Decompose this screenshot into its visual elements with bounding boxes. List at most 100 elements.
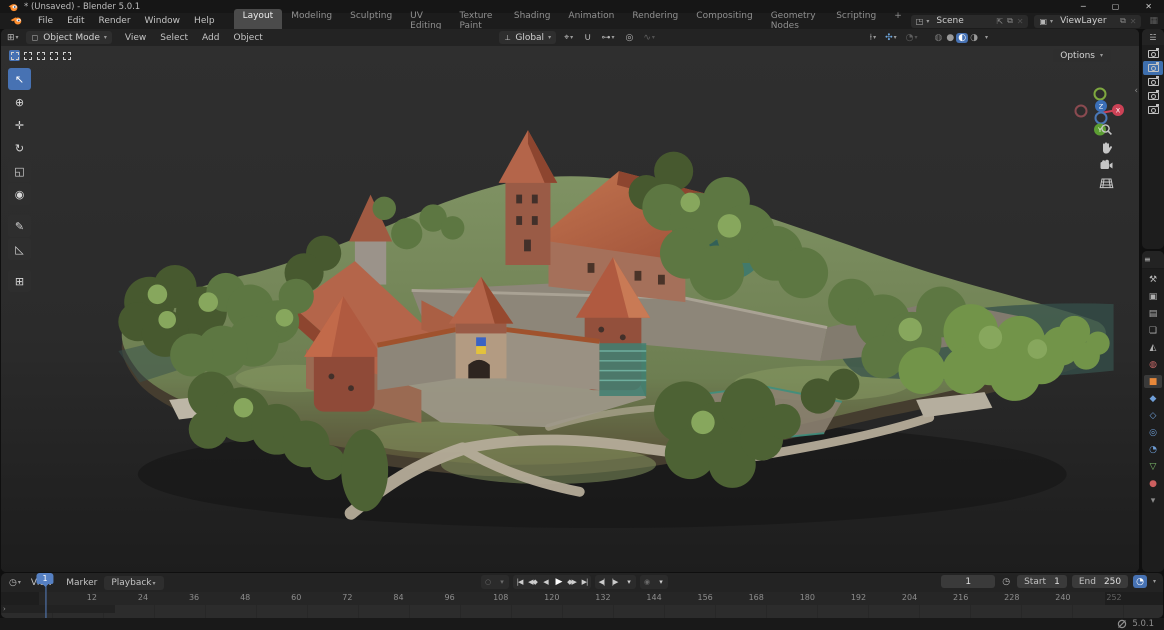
viewport-menu-view[interactable]: View [118, 31, 153, 45]
outliner-editor-icon[interactable]: ☱ [1147, 33, 1158, 42]
properties-header[interactable]: ≡ [1142, 251, 1164, 269]
app-menu-render[interactable]: Render [92, 14, 138, 28]
scene-name[interactable]: Scene [930, 16, 994, 26]
outliner-row-4[interactable] [1143, 103, 1163, 117]
outliner-row-3[interactable] [1143, 89, 1163, 103]
timeline-menu-marker[interactable]: Marker [59, 576, 104, 590]
render-visibility-camera-icon[interactable] [1148, 50, 1159, 58]
frame-forward-button[interactable]: |▶ [608, 575, 621, 589]
tab-object[interactable]: ■ [1144, 375, 1162, 388]
viewport-menu-add[interactable]: Add [195, 31, 226, 45]
playback-sync-button[interactable]: ◔ [1133, 575, 1147, 588]
editor-type-button[interactable]: ⊞▾ [5, 33, 22, 43]
outliner-row-2[interactable] [1143, 75, 1163, 89]
transform-tool[interactable]: ◉ [8, 183, 31, 205]
auto-keying-button[interactable]: ○ [481, 575, 494, 589]
window-close-button[interactable]: ✕ [1145, 2, 1152, 11]
mode-selector[interactable]: ◻ Object Mode ▾ [26, 31, 112, 44]
move-tool[interactable]: ✛ [8, 114, 31, 136]
measure-tool[interactable]: ◺ [8, 238, 31, 260]
pin-icon[interactable]: ⇱ [994, 17, 1005, 26]
tab-scroll-more[interactable]: ▾ [1144, 494, 1162, 507]
viewport-menu-object[interactable]: Object [226, 31, 269, 45]
render-visibility-camera-icon[interactable] [1148, 92, 1159, 100]
tab-particles[interactable]: ◇ [1144, 409, 1162, 422]
extensions-status-icon[interactable]: ▦ [1147, 16, 1160, 26]
transform-orientation-selector[interactable]: ⟂ Global ▾ [499, 31, 556, 44]
new-viewlayer-icon[interactable]: ⧉ [1118, 16, 1128, 26]
channel-expand-icon[interactable]: › [3, 605, 6, 613]
step-dropdown[interactable]: ▾ [622, 575, 635, 589]
outliner-row-0[interactable] [1143, 47, 1163, 61]
snap-magnet-icon[interactable]: ∪ [582, 32, 593, 43]
annotate-tool[interactable]: ✎ [8, 215, 31, 237]
scale-tool[interactable]: ◱ [8, 160, 31, 182]
snap-with-icon[interactable]: ⊶▾ [600, 33, 618, 43]
select-mode-set-new[interactable] [9, 50, 20, 61]
tab-output[interactable]: ▤ [1144, 307, 1162, 320]
select-mode-subtract[interactable] [35, 50, 46, 61]
viewlayer-selector[interactable]: ▣ ▾ ViewLayer ⧉ ✕ [1034, 15, 1141, 28]
app-menu-edit[interactable]: Edit [60, 14, 91, 28]
timeline-tracks[interactable]: › [1, 605, 1163, 618]
blender-menu-logo-icon[interactable] [10, 16, 23, 26]
falloff-curve-icon[interactable]: ∿▾ [641, 33, 658, 43]
keying-popover[interactable]: ▾ [495, 575, 508, 589]
shading-solid-button[interactable]: ● [944, 33, 956, 43]
app-menu-help[interactable]: Help [187, 14, 222, 28]
shading-wireframe-button[interactable]: ◍ [933, 33, 945, 43]
tab-physics[interactable]: ◎ [1144, 426, 1162, 439]
properties-editor-icon[interactable]: ≡ [1142, 255, 1153, 264]
delete-viewlayer-icon[interactable]: ✕ [1128, 17, 1139, 26]
region-collapse-arrow[interactable]: ‹ [1134, 86, 1138, 96]
select-mode-extend[interactable] [22, 50, 33, 61]
tab-data[interactable]: ▽ [1144, 460, 1162, 473]
next-keyframe-button[interactable]: ◆▶ [565, 575, 578, 589]
select-box-tool[interactable]: ↖ [8, 68, 31, 90]
shading-dropdown[interactable]: ▾ [985, 34, 988, 41]
cursor-tool[interactable]: ⊕ [8, 91, 31, 113]
navigation-gizmo[interactable]: Z X Y [1075, 66, 1127, 122]
perspective-toggle-button[interactable] [1095, 172, 1117, 194]
frame-back-button[interactable]: ◀| [595, 575, 608, 589]
new-scene-icon[interactable]: ⧉ [1005, 16, 1015, 26]
outliner-header[interactable]: ☱ [1142, 29, 1164, 45]
timeline-ruler[interactable]: 1224364860728496108120132144156168180192… [1, 592, 1163, 605]
render-visibility-camera-icon[interactable] [1148, 64, 1159, 72]
xray-toggle[interactable]: ◔▾ [904, 33, 921, 43]
keying-set-dropdown[interactable]: ▾ [654, 575, 667, 589]
tab-scene[interactable]: ◭ [1144, 341, 1162, 354]
shading-rendered-button[interactable]: ◑ [968, 33, 980, 43]
tab-constraints[interactable]: ◔ [1144, 443, 1162, 456]
delete-scene-icon[interactable]: ✕ [1015, 17, 1026, 26]
app-menu-file[interactable]: File [31, 14, 60, 28]
jump-to-end-button[interactable]: ▶| [578, 575, 591, 589]
frame-start-field[interactable]: Start1 [1017, 575, 1067, 588]
keying-set-icon[interactable]: ◉ [640, 575, 653, 589]
select-mode-invert[interactable] [48, 50, 59, 61]
app-menu-window[interactable]: Window [138, 14, 188, 28]
tab-world[interactable]: ◍ [1144, 358, 1162, 371]
window-maximize-button[interactable]: ▢ [1112, 2, 1120, 11]
play-button[interactable]: ▶ [552, 575, 565, 589]
tab-modifiers[interactable]: ◆ [1144, 392, 1162, 405]
playhead[interactable]: 1 [36, 573, 53, 584]
jump-to-start-button[interactable]: |◀ [513, 575, 526, 589]
show-overlays-toggle[interactable]: ✣▾ [883, 33, 900, 43]
prev-keyframe-button[interactable]: ◀◆ [526, 575, 539, 589]
options-button[interactable]: Options ▾ [1053, 49, 1111, 62]
tab-view-layer[interactable]: ❏ [1144, 324, 1162, 337]
window-minimize-button[interactable]: ─ [1081, 2, 1086, 11]
viewport-menu-select[interactable]: Select [153, 31, 195, 45]
viewport-canvas[interactable]: ↖⊕✛↻◱◉✎◺⊞ Options ▾ Z X Y ‹ [1, 46, 1139, 572]
add-cube-tool[interactable]: ⊞ [8, 270, 31, 292]
current-frame-field[interactable]: 1 [941, 575, 995, 588]
snap-target-icon[interactable]: ⌖▾ [562, 33, 576, 43]
show-gizmo-toggle[interactable]: ⍿▾ [868, 33, 879, 43]
tab-tool[interactable]: ⚒ [1144, 273, 1162, 286]
play-reverse-button[interactable]: ◀ [539, 575, 552, 589]
timeline-menu-playback[interactable]: Playback▾ [104, 576, 163, 590]
select-mode-intersect[interactable] [61, 50, 72, 61]
viewlayer-name[interactable]: ViewLayer [1054, 16, 1118, 26]
proportional-editing-icon[interactable]: ◎ [624, 33, 636, 43]
